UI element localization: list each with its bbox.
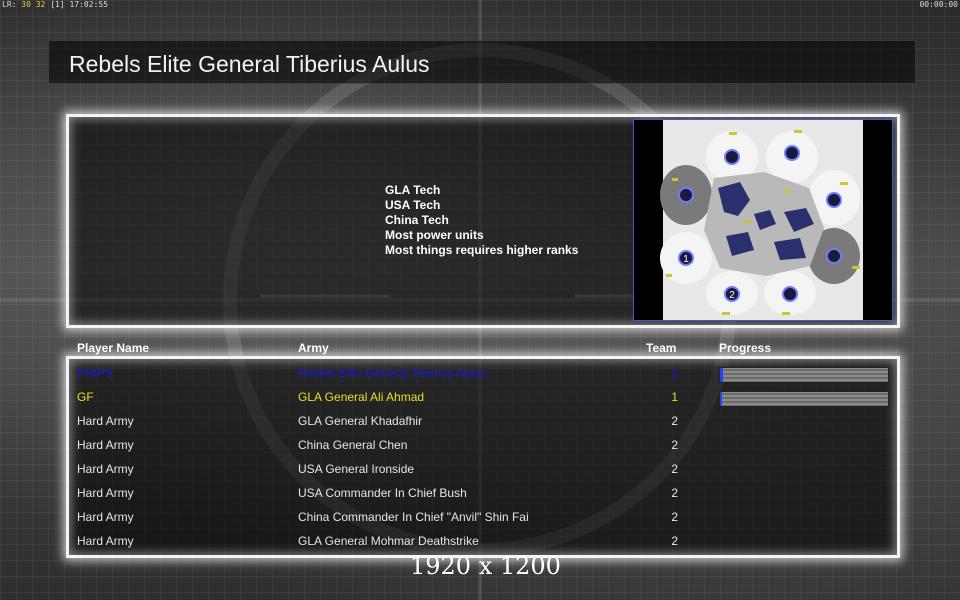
header-team: Team [646,341,677,355]
map-preview: 1 2 [633,119,893,321]
description-line: GLA Tech [385,183,441,197]
player-army: USA General Ironside [298,462,415,476]
player-row: Hard Army China Commander In Chief "Anvil… [0,506,960,530]
player-army: China General Chen [298,438,408,452]
progress-fill [720,368,723,382]
player-row: GF GLA General Ali Ahmad 1 [0,386,960,410]
page-title: Rebels Elite General Tiberius Aulus [69,51,430,77]
player-row: PHIPS Rebels Elite General Tiberius Aulus… [0,362,960,386]
progress-fill [720,392,722,406]
description-line: Most things requires higher ranks [385,243,579,257]
player-name: GF [77,390,94,404]
player-team: 2 [671,510,678,524]
player-name: PHIPS [77,366,114,380]
player-army: USA Commander In Chief Bush [298,486,467,500]
player-list-headers: Player Name Army Team Progress [0,341,960,357]
player-name: Hard Army [77,438,134,452]
player-row: Hard Army China General Chen 2 [0,434,960,458]
description-line: China Tech [385,213,449,227]
description-line: Most power units [385,228,484,242]
player-name: Hard Army [77,486,134,500]
player-team: 2 [671,486,678,500]
resolution-caption: 1920 x 1200 [410,552,561,580]
player-army: GLA General Ali Ahmad [298,390,425,404]
player-name: Hard Army [77,462,134,476]
status-suffix: [1] 17:02:55 [50,0,108,9]
header-progress: Progress [719,341,772,355]
progress-bar [719,367,889,383]
player-team: 2 [671,462,678,476]
player-name: Hard Army [77,510,134,524]
status-bar-right: 00:00:00 [919,0,958,9]
player-army: GLA General Mohmar Deathstrike [298,534,479,548]
status-prefix: LR: [2,0,17,9]
map-preview-image: 1 2 [634,120,892,320]
player-row: Hard Army USA General Ironside 2 [0,458,960,482]
player-row: Hard Army USA Commander In Chief Bush 2 [0,482,960,506]
player-team: 1 [671,366,678,380]
player-team: 2 [671,534,678,548]
player-army: Rebels Elite General Tiberius Aulus [298,366,487,380]
player-row: Hard Army GLA General Khadafhir 2 [0,410,960,434]
title-bar: Rebels Elite General Tiberius Aulus [48,40,916,84]
player-team: 2 [671,414,678,428]
player-team: 1 [671,390,678,404]
header-player-name: Player Name [77,341,150,355]
player-army: China Commander In Chief "Anvil" Shin Fa… [298,510,529,524]
status-values: 30 32 [21,0,46,9]
progress-bar [719,391,889,407]
player-name: Hard Army [77,414,134,428]
general-description: GLA Tech USA Tech China Tech Most power … [385,183,578,258]
player-army: GLA General Khadafhir [298,414,423,428]
start-position-label: 1 [683,254,689,265]
status-bar-left: LR: 30 32 [1] 17:02:55 [2,0,108,9]
header-army: Army [298,341,329,355]
player-row: Hard Army GLA General Mohmar Deathstrike 2 [0,530,960,554]
start-position-label: 2 [729,290,735,301]
description-line: USA Tech [385,198,441,212]
player-name: Hard Army [77,534,134,548]
player-team: 2 [671,438,678,452]
